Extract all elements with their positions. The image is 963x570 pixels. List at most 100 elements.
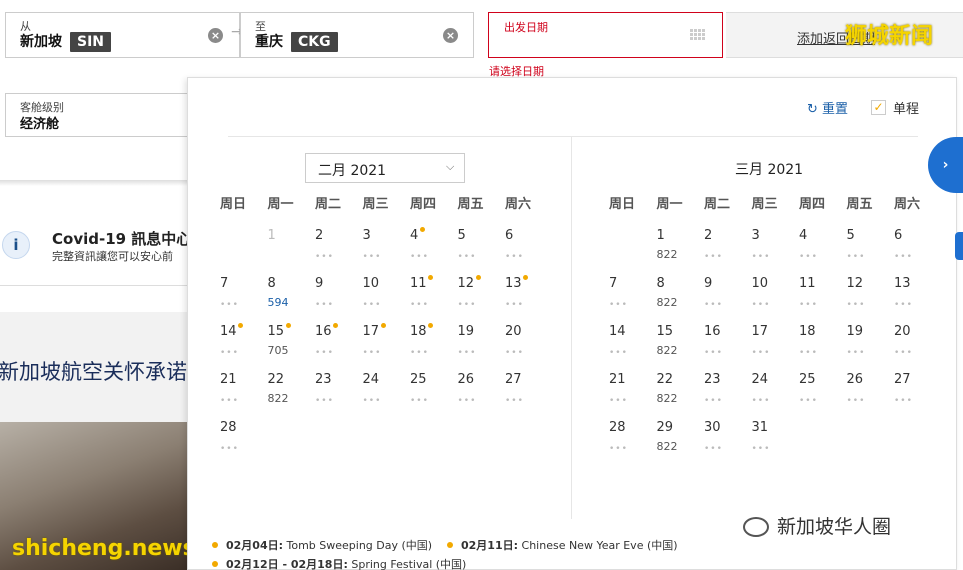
to-city: 重庆 bbox=[255, 34, 283, 50]
loading-dots: ••• bbox=[894, 252, 913, 262]
day-cell[interactable]: 13 ••• bbox=[505, 275, 547, 320]
day-cell[interactable]: 7 ••• bbox=[220, 276, 262, 320]
day-cell[interactable]: 25 ••• bbox=[410, 372, 452, 416]
day-cell[interactable]: 23 ••• bbox=[704, 372, 746, 416]
day-number: 18 bbox=[410, 324, 427, 339]
loading-dots: ••• bbox=[894, 300, 913, 310]
holiday-marker bbox=[475, 275, 481, 280]
day-cell[interactable]: 2 ••• bbox=[704, 228, 746, 272]
chevron-down-icon: ⌵ bbox=[446, 160, 455, 173]
holiday-marker bbox=[333, 323, 338, 328]
day-cell[interactable]: 3 ••• bbox=[363, 228, 405, 272]
day-number: 19 bbox=[846, 324, 864, 339]
loading-dots: ••• bbox=[362, 396, 382, 406]
day-cell[interactable]: 20 ••• bbox=[505, 324, 547, 368]
day-cell[interactable]: 11 ••• bbox=[799, 276, 841, 320]
day-cell[interactable]: 26 ••• bbox=[458, 372, 500, 416]
day-number: 29 bbox=[656, 420, 674, 435]
day-cell[interactable]: 3 ••• bbox=[752, 228, 794, 272]
day-cell[interactable]: 8 594 bbox=[268, 276, 310, 320]
day-cell[interactable]: 26 ••• bbox=[847, 372, 889, 416]
day-cell[interactable]: 25 ••• bbox=[799, 372, 841, 416]
day-number: 7 bbox=[609, 276, 618, 291]
day-cell[interactable]: 10 ••• bbox=[752, 276, 794, 320]
day-cell[interactable]: 21 ••• bbox=[609, 372, 651, 416]
day-cell[interactable]: 4 ••• bbox=[410, 227, 452, 272]
day-cell[interactable]: 22 822 bbox=[268, 372, 310, 416]
day-cell[interactable]: 8 822 bbox=[657, 276, 699, 320]
day-cell[interactable]: 6 ••• bbox=[505, 228, 547, 272]
day-cell[interactable]: 12 ••• bbox=[847, 276, 889, 320]
day-cell[interactable]: 23 ••• bbox=[315, 372, 357, 416]
day-cell[interactable]: 19 ••• bbox=[458, 324, 500, 368]
day-number: 24 bbox=[751, 372, 769, 387]
loading-dots: ••• bbox=[315, 252, 334, 262]
day-cell[interactable]: 20 ••• bbox=[894, 324, 936, 368]
day-cell[interactable]: 18 ••• bbox=[799, 324, 841, 368]
day-cell[interactable]: 5 ••• bbox=[458, 228, 500, 272]
day-cell[interactable]: 9 ••• bbox=[704, 276, 746, 320]
day-number: 12 bbox=[457, 276, 475, 291]
day-number: 28 bbox=[609, 420, 626, 435]
cabin-class-field[interactable]: 客舱级别 经济舱 bbox=[5, 93, 189, 137]
day-cell[interactable]: 17 ••• bbox=[752, 324, 794, 368]
holiday-marker bbox=[428, 275, 433, 280]
day-cell[interactable]: 31 ••• bbox=[752, 420, 794, 464]
from-field[interactable]: 从 新加坡 SIN × bbox=[5, 12, 240, 58]
day-cell[interactable]: 13 ••• bbox=[894, 276, 936, 320]
day-cell[interactable]: 22 822 bbox=[657, 372, 699, 416]
loading-dots: ••• bbox=[846, 396, 866, 406]
day-price: 822 bbox=[656, 392, 678, 405]
day-cell[interactable]: 18 ••• bbox=[410, 323, 452, 368]
day-cell[interactable]: 2 ••• bbox=[315, 228, 357, 272]
holiday-dot bbox=[447, 542, 453, 548]
day-cell[interactable]: 16 ••• bbox=[704, 324, 746, 368]
day-cell[interactable]: 14 ••• bbox=[220, 323, 262, 368]
day-cell[interactable]: 17 ••• bbox=[363, 323, 405, 368]
day-cell[interactable]: 19 ••• bbox=[847, 324, 889, 368]
day-cell[interactable]: 21 ••• bbox=[220, 372, 262, 416]
loading-dots: ••• bbox=[704, 252, 723, 262]
month-select-value: 二月 2021 bbox=[318, 163, 387, 179]
reset-button[interactable]: ↻ 重置 bbox=[807, 98, 848, 117]
day-cell[interactable]: 15 705 bbox=[268, 323, 310, 368]
day-cell[interactable]: 28 ••• bbox=[609, 420, 651, 464]
side-tab bbox=[955, 232, 963, 260]
day-number: 2 bbox=[315, 228, 324, 243]
weekday-header: 周一 bbox=[656, 197, 683, 212]
day-cell[interactable]: 6 ••• bbox=[894, 228, 936, 272]
covid-banner[interactable]: i Covid-19 訊息中心 完整資訊讓您可以安心前 bbox=[0, 215, 191, 275]
day-cell[interactable]: 12 ••• bbox=[457, 275, 500, 320]
day-cell[interactable]: 27 ••• bbox=[894, 372, 936, 416]
day-number: 10 bbox=[751, 276, 769, 291]
day-cell[interactable]: 11 ••• bbox=[410, 275, 452, 320]
day-cell[interactable]: 27 ••• bbox=[505, 372, 547, 416]
day-cell[interactable]: 16 ••• bbox=[315, 323, 357, 368]
day-cell[interactable]: 28 ••• bbox=[220, 420, 262, 464]
day-cell[interactable]: 15 822 bbox=[657, 324, 699, 368]
clear-from-icon[interactable]: × bbox=[208, 28, 223, 43]
day-cell[interactable]: 29 822 bbox=[657, 420, 699, 464]
month-select-feb[interactable]: 二月 2021 ⌵ bbox=[305, 153, 465, 183]
day-cell[interactable]: 5 ••• bbox=[847, 228, 889, 272]
day-cell[interactable]: 14 ••• bbox=[609, 324, 651, 368]
day-cell[interactable]: 1 822 bbox=[657, 228, 699, 272]
day-number: 12 bbox=[846, 276, 864, 291]
loading-dots: ••• bbox=[799, 396, 818, 406]
clear-to-icon[interactable]: × bbox=[443, 28, 458, 43]
depart-date-field[interactable]: 出发日期 bbox=[488, 12, 723, 58]
day-cell[interactable]: 24 ••• bbox=[363, 372, 405, 416]
reset-label: 重置 bbox=[822, 102, 849, 117]
day-cell[interactable]: 7 ••• bbox=[609, 276, 651, 320]
day-cell[interactable]: 9 ••• bbox=[315, 276, 357, 320]
day-cell[interactable]: 30 ••• bbox=[704, 420, 746, 464]
weekday-header: 周四 bbox=[798, 197, 825, 212]
one-way-checkbox[interactable]: ✓ bbox=[871, 100, 886, 115]
weekday-header: 周五 bbox=[457, 197, 484, 212]
to-field[interactable]: 至 重庆 CKG × bbox=[240, 12, 474, 58]
day-number: 15 bbox=[656, 324, 674, 339]
day-cell[interactable]: 4 ••• bbox=[799, 228, 841, 272]
day-cell[interactable]: 24 ••• bbox=[752, 372, 794, 416]
holiday-marker bbox=[420, 227, 425, 232]
day-cell[interactable]: 10 ••• bbox=[363, 276, 405, 320]
